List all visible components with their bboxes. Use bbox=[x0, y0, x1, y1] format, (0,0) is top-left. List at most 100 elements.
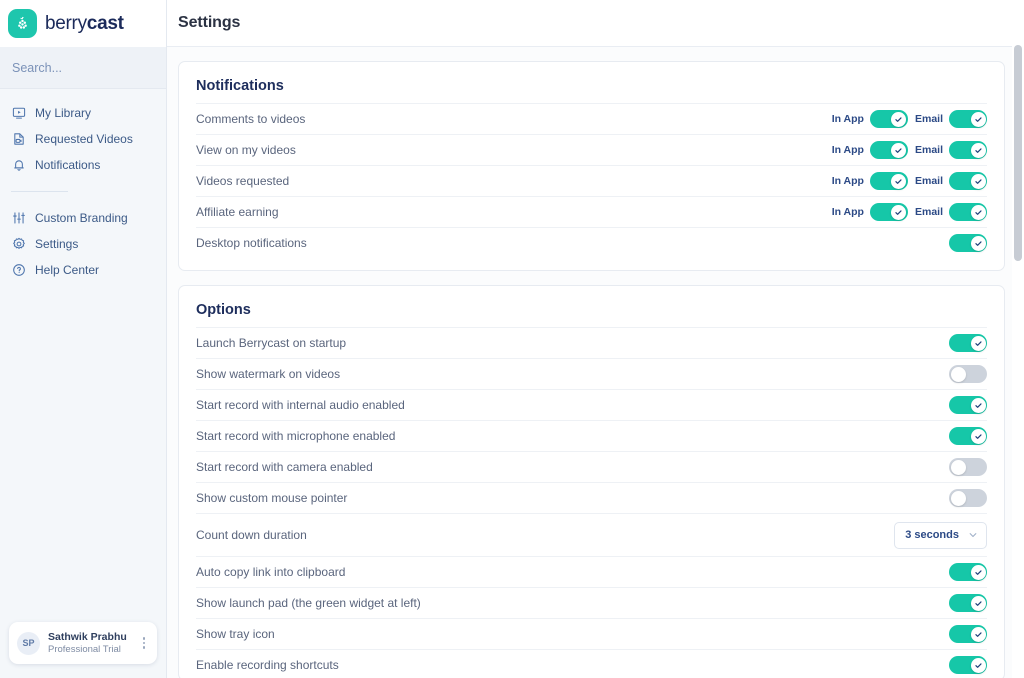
row-label: Videos requested bbox=[196, 174, 290, 188]
in-app-control: In App bbox=[832, 203, 908, 221]
row-label: Start record with microphone enabled bbox=[196, 429, 396, 443]
requested-video-file-icon bbox=[11, 132, 26, 147]
row-label: Show tray icon bbox=[196, 627, 275, 641]
option-toggle[interactable] bbox=[949, 427, 987, 445]
sidebar-item-my-library[interactable]: My Library bbox=[0, 100, 166, 126]
user-profile-card[interactable]: SP Sathwik Prabhu Professional Trial bbox=[9, 622, 157, 664]
card-bottom-padding bbox=[196, 258, 987, 270]
row-label: Enable recording shortcuts bbox=[196, 658, 339, 672]
notifications-card: Notifications Comments to videos In App … bbox=[178, 61, 1005, 271]
option-row: Start record with microphone enabled bbox=[196, 420, 987, 451]
email-toggle[interactable] bbox=[949, 172, 987, 190]
row-label: Affiliate earning bbox=[196, 205, 279, 219]
secondary-nav: Custom Branding Settings Help Center bbox=[0, 205, 166, 283]
main-panel: Settings Notifications Comments to video… bbox=[167, 0, 1024, 678]
notification-row: Comments to videos In App Email bbox=[196, 103, 987, 134]
row-label: Show launch pad (the green widget at lef… bbox=[196, 596, 421, 610]
bell-icon bbox=[11, 158, 26, 173]
option-toggle[interactable] bbox=[949, 396, 987, 414]
countdown-duration-select[interactable]: 3 seconds bbox=[894, 521, 987, 549]
option-toggle[interactable] bbox=[949, 458, 987, 476]
notifications-card-title: Notifications bbox=[196, 78, 284, 94]
option-row: Start record with internal audio enabled bbox=[196, 389, 987, 420]
notification-row: Affiliate earning In App Email bbox=[196, 196, 987, 227]
kebab-menu-icon[interactable] bbox=[138, 637, 150, 649]
in-app-control: In App bbox=[832, 110, 908, 128]
sidebar-item-custom-branding[interactable]: Custom Branding bbox=[0, 205, 166, 231]
row-controls bbox=[949, 334, 987, 352]
row-controls bbox=[949, 625, 987, 643]
row-controls bbox=[949, 489, 987, 507]
option-row: Start record with camera enabled bbox=[196, 451, 987, 482]
option-toggle[interactable] bbox=[949, 594, 987, 612]
sidebar-item-help-center[interactable]: Help Center bbox=[0, 257, 166, 283]
sidebar-item-notifications[interactable]: Notifications bbox=[0, 152, 166, 178]
in-app-toggle[interactable] bbox=[869, 203, 908, 221]
sidebar-item-settings[interactable]: Settings bbox=[0, 231, 166, 257]
sliders-icon bbox=[11, 211, 26, 226]
row-controls bbox=[949, 563, 987, 581]
email-control: Email bbox=[915, 110, 987, 128]
option-row: Launch Berrycast on startup bbox=[196, 327, 987, 358]
sidebar-divider bbox=[11, 191, 68, 192]
row-label: Show watermark on videos bbox=[196, 367, 341, 381]
countdown-duration-row: Count down duration 3 seconds bbox=[196, 513, 987, 556]
settings-content: Notifications Comments to videos In App … bbox=[167, 47, 1024, 678]
row-label: View on my videos bbox=[196, 143, 296, 157]
search-input[interactable] bbox=[12, 60, 152, 75]
brand-wordmark: berrycast bbox=[45, 13, 124, 35]
desktop-notifications-toggle[interactable] bbox=[949, 234, 987, 252]
sidebar-item-label: Notifications bbox=[35, 158, 101, 172]
row-controls bbox=[949, 458, 987, 476]
option-row: Show tray icon bbox=[196, 618, 987, 649]
brand-name-bold: cast bbox=[86, 12, 124, 34]
email-label: Email bbox=[914, 144, 943, 156]
chevron-down-icon bbox=[968, 530, 978, 540]
in-app-toggle[interactable] bbox=[869, 110, 908, 128]
in-app-label: In App bbox=[831, 144, 864, 156]
email-label: Email bbox=[914, 206, 943, 218]
countdown-duration-value: 3 seconds bbox=[905, 529, 959, 541]
email-label: Email bbox=[914, 175, 943, 187]
option-row: Enable recording shortcuts bbox=[196, 649, 987, 678]
in-app-control: In App bbox=[832, 141, 908, 159]
profile-name: Sathwik Prabhu bbox=[48, 630, 127, 643]
sidebar-item-label: Help Center bbox=[35, 263, 100, 277]
row-controls: In App Email bbox=[832, 203, 987, 221]
brand-header[interactable]: berrycast bbox=[0, 0, 166, 47]
grape-cluster-icon bbox=[8, 9, 37, 38]
profile-plan: Professional Trial bbox=[48, 643, 121, 655]
row-controls bbox=[949, 594, 987, 612]
page-title: Settings bbox=[178, 14, 241, 31]
in-app-control: In App bbox=[832, 172, 908, 190]
row-label: Auto copy link into clipboard bbox=[196, 565, 346, 579]
row-label: Start record with internal audio enabled bbox=[196, 398, 405, 412]
options-card-title: Options bbox=[196, 302, 251, 318]
option-toggle[interactable] bbox=[949, 625, 987, 643]
option-toggle[interactable] bbox=[949, 365, 987, 383]
sidebar-item-requested-videos[interactable]: Requested Videos bbox=[0, 126, 166, 152]
vertical-scrollbar[interactable] bbox=[1012, 0, 1024, 678]
row-controls bbox=[949, 365, 987, 383]
option-toggle[interactable] bbox=[949, 563, 987, 581]
scrollbar-thumb[interactable] bbox=[1014, 45, 1022, 261]
row-label: Launch Berrycast on startup bbox=[196, 336, 347, 350]
in-app-toggle[interactable] bbox=[869, 172, 908, 190]
notification-row: Desktop notifications bbox=[196, 227, 987, 258]
row-label: Count down duration bbox=[196, 528, 307, 542]
in-app-label: In App bbox=[831, 175, 864, 187]
email-toggle[interactable] bbox=[949, 203, 987, 221]
row-label: Desktop notifications bbox=[196, 236, 307, 250]
email-label: Email bbox=[914, 113, 943, 125]
in-app-toggle[interactable] bbox=[869, 141, 908, 159]
primary-nav: My Library Requested Videos Notification… bbox=[0, 89, 166, 178]
search-container[interactable] bbox=[0, 47, 166, 89]
option-toggle[interactable] bbox=[949, 334, 987, 352]
row-controls: 3 seconds bbox=[894, 521, 987, 549]
email-toggle[interactable] bbox=[949, 110, 987, 128]
email-toggle[interactable] bbox=[949, 141, 987, 159]
option-toggle[interactable] bbox=[949, 489, 987, 507]
option-toggle[interactable] bbox=[949, 656, 987, 674]
row-label: Show custom mouse pointer bbox=[196, 491, 348, 505]
